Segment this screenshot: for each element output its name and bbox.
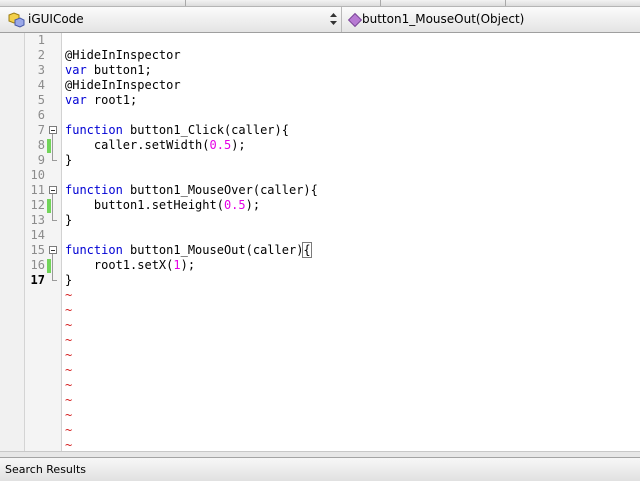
fold-guide [52, 134, 53, 160]
empty-line-marker: ~ [65, 348, 73, 362]
tab-separator [505, 0, 506, 6]
empty-line-marker: ~ [65, 423, 73, 437]
code-line[interactable]: } [65, 273, 72, 288]
code-line[interactable]: @HideInInspector [65, 48, 181, 63]
line-number: 5 [37, 93, 45, 107]
line-number: 12 [30, 198, 45, 212]
line-number: 6 [37, 108, 45, 122]
line-number-gutter: 1 2 3 4 5 6 7 8 9 10 11 12 13 14 15 16 17 [25, 33, 62, 451]
code-token: @HideInInspector [65, 78, 181, 92]
code-token: button1; [86, 63, 152, 77]
code-token: caller.setWidth( [65, 138, 210, 152]
fold-end-mark [52, 280, 57, 281]
empty-line-marker: ~ [65, 408, 73, 422]
method-icon [347, 12, 363, 28]
code-token: root1; [86, 93, 138, 107]
line-number: 9 [37, 153, 45, 167]
change-marker [47, 199, 51, 213]
line-number: 14 [30, 228, 45, 242]
empty-line-marker: ~ [65, 303, 73, 317]
empty-line-marker: ~ [65, 288, 73, 302]
change-marker [47, 259, 51, 273]
fold-end-mark [52, 160, 57, 161]
fold-toggle-icon[interactable] [49, 126, 57, 134]
line-number: 1 [37, 33, 45, 47]
line-number: 10 [30, 168, 45, 182]
left-margin [0, 33, 25, 451]
search-results-panel[interactable]: Search Results [0, 457, 640, 481]
line-number: 13 [30, 213, 45, 227]
tab-strip [0, 0, 640, 7]
keyword-token: function [65, 123, 123, 137]
line-number: 4 [37, 78, 45, 92]
line-number: 3 [37, 63, 45, 77]
line-number: 2 [37, 48, 45, 62]
search-results-label: Search Results [5, 463, 87, 476]
class-icon [8, 12, 25, 28]
code-token: ); [180, 258, 196, 272]
code-line[interactable]: button1.setHeight(0.5); [65, 198, 260, 213]
empty-line-marker: ~ [65, 363, 73, 377]
method-selector[interactable]: button1_MouseOut(Object) [341, 7, 640, 32]
fold-end-mark [52, 220, 57, 221]
fold-guide [52, 194, 53, 220]
updown-arrows-icon[interactable] [329, 12, 338, 26]
fold-toggle-icon[interactable] [49, 246, 57, 254]
tab-separator [185, 0, 186, 6]
code-token: button1_Click(caller){ [122, 123, 289, 137]
empty-line-marker: ~ [65, 378, 73, 392]
line-number: 16 [30, 258, 45, 272]
class-selector[interactable]: iGUICode [0, 7, 340, 32]
code-token: } [65, 153, 73, 167]
code-line[interactable]: root1.setX(1); [65, 258, 195, 273]
keyword-token: var [65, 63, 87, 77]
keyword-token: var [65, 93, 87, 107]
number-token: 0.5 [223, 198, 246, 212]
code-line[interactable]: var button1; [65, 63, 152, 78]
line-number: 8 [37, 138, 45, 152]
line-number: 17 [30, 273, 45, 287]
method-name: button1_MouseOut(Object) [362, 12, 525, 26]
number-token: 1 [173, 258, 181, 272]
line-number: 15 [30, 243, 45, 257]
code-line[interactable]: function button1_MouseOver(caller){ [65, 183, 318, 198]
code-line[interactable]: var root1; [65, 93, 137, 108]
line-number: 7 [37, 123, 45, 137]
keyword-token: function [65, 243, 123, 257]
code-line[interactable]: caller.setWidth(0.5); [65, 138, 246, 153]
code-line[interactable]: function button1_MouseOut(caller){ [65, 242, 312, 258]
class-name: iGUICode [28, 12, 84, 26]
code-token: button1_MouseOver(caller){ [122, 183, 318, 197]
code-token: @HideInInspector [65, 48, 181, 62]
code-line[interactable]: } [65, 213, 72, 228]
code-token: } [65, 213, 73, 227]
code-line[interactable]: } [65, 153, 72, 168]
empty-line-marker: ~ [65, 393, 73, 407]
code-token: ); [231, 138, 246, 152]
empty-line-marker: ~ [65, 333, 73, 347]
fold-toggle-icon[interactable] [49, 186, 57, 194]
code-token: ); [245, 198, 261, 212]
line-number: 11 [30, 183, 45, 197]
navigation-bar: iGUICode button1_MouseOut(Object) [0, 7, 640, 33]
code-line[interactable]: function button1_Click(caller){ [65, 123, 289, 138]
change-marker [47, 139, 51, 153]
number-token: 0.5 [209, 138, 232, 152]
empty-line-marker: ~ [65, 318, 73, 332]
code-token: button1.setHeight( [65, 198, 224, 212]
code-line[interactable]: @HideInInspector [65, 78, 181, 93]
tab-separator [380, 0, 381, 6]
code-token: button1_MouseOut(caller) [122, 243, 304, 257]
code-token: root1.setX( [65, 258, 174, 272]
matched-brace: { [302, 242, 312, 258]
code-token: } [65, 273, 73, 287]
code-editor[interactable]: 1 2 3 4 5 6 7 8 9 10 11 12 13 14 15 16 17 @HideInInspect… [0, 33, 640, 452]
keyword-token: function [65, 183, 123, 197]
fold-guide [52, 254, 53, 280]
